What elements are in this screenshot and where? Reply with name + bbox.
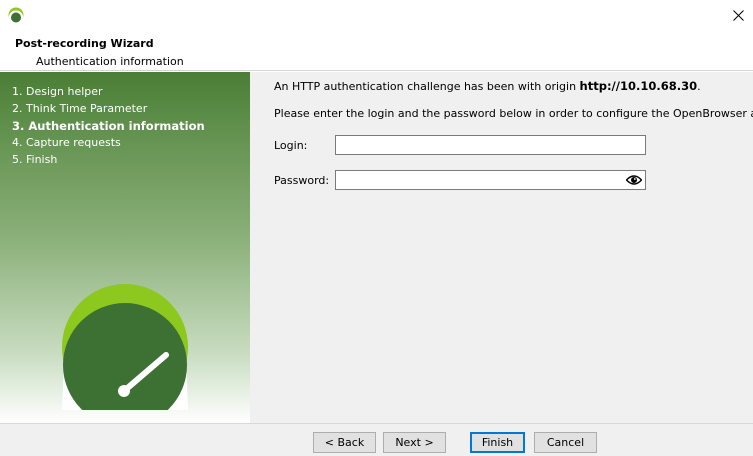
step-design-helper: 1. Design helper [12, 85, 103, 98]
back-button[interactable]: < Back [313, 432, 376, 453]
finish-button[interactable]: Finish [470, 432, 525, 453]
challenge-prefix: An HTTP authentication challenge has bee… [274, 80, 580, 93]
step-finish: 5. Finish [12, 153, 58, 166]
eye-icon[interactable] [626, 174, 642, 186]
step-authentication: 3. Authentication information [12, 119, 205, 133]
title-bar [0, 0, 753, 30]
challenge-origin: http://10.10.68.30 [579, 79, 698, 93]
step-think-time: 2. Think Time Parameter [12, 102, 148, 115]
wizard-header: Post-recording Wizard Authentication inf… [0, 30, 753, 71]
password-field[interactable] [335, 170, 646, 190]
steps-sidebar: 1. Design helper 2. Think Time Parameter… [0, 72, 250, 423]
challenge-message: An HTTP authentication challenge has bee… [274, 79, 701, 93]
next-button[interactable]: Next > [383, 432, 446, 453]
password-label: Password: [274, 174, 330, 187]
main-content: An HTTP authentication challenge has bee… [250, 72, 753, 423]
instructions-text: Please enter the login and the password … [274, 107, 753, 120]
speedometer-logo [62, 284, 188, 410]
login-label: Login: [274, 139, 308, 152]
wizard-footer: < Back Next > Finish Cancel [0, 423, 753, 456]
app-icon [8, 7, 24, 23]
step-capture-requests: 4. Capture requests [12, 136, 121, 149]
cancel-button[interactable]: Cancel [534, 432, 597, 453]
close-button[interactable] [723, 0, 753, 30]
wizard-subtitle: Authentication information [36, 55, 184, 68]
login-field[interactable] [335, 135, 646, 155]
close-icon [732, 9, 744, 21]
wizard-title: Post-recording Wizard [15, 37, 154, 50]
challenge-suffix: . [697, 80, 701, 93]
